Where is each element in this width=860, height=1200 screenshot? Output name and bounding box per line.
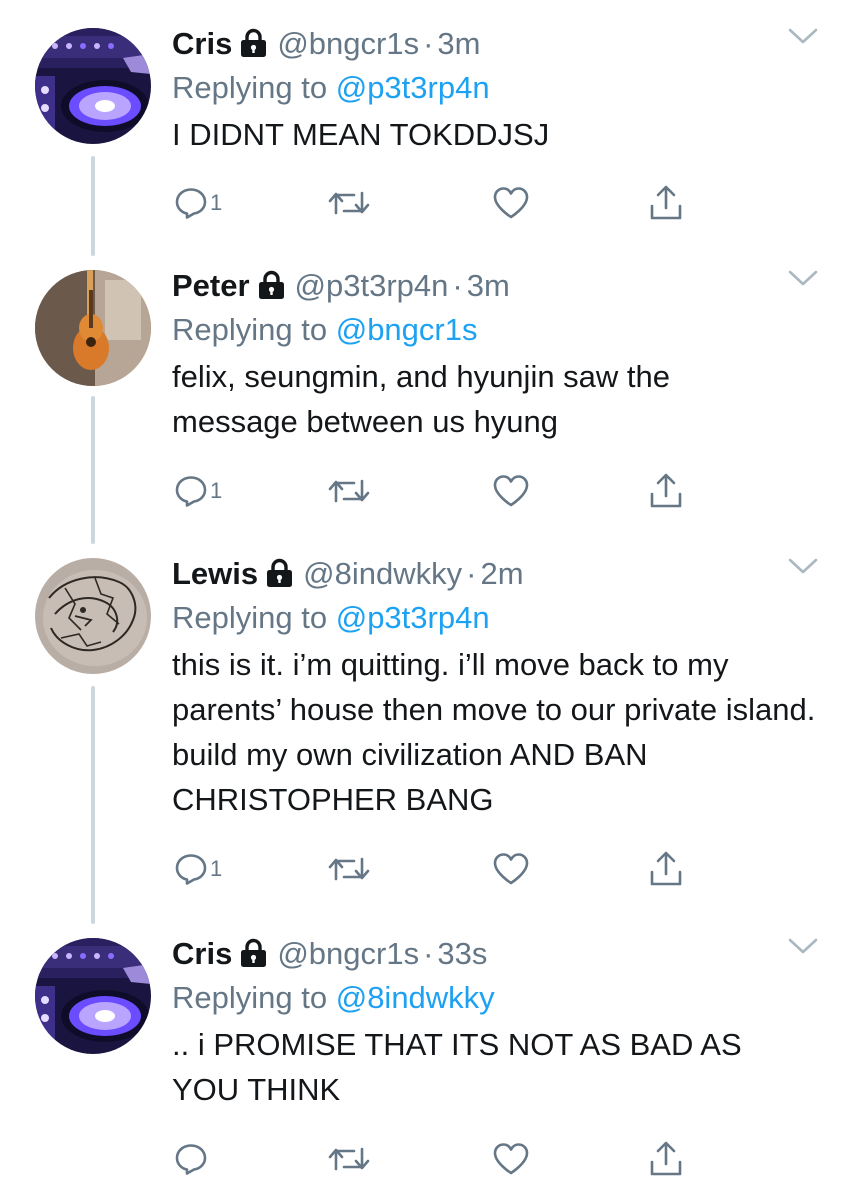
replying-to-label: Replying to <box>172 70 328 105</box>
reply-count: 1 <box>210 856 223 881</box>
reply-button[interactable] <box>174 1138 210 1180</box>
share-icon <box>650 851 682 886</box>
avatar[interactable] <box>35 938 151 1054</box>
avatar[interactable] <box>35 558 151 674</box>
user-handle[interactable]: @p3t3rp4n <box>295 268 449 304</box>
reply-thread: Cris @bngcr1s · 3m Replying to @p3t3rp4n… <box>0 0 860 1200</box>
display-name[interactable]: Cris <box>172 936 232 972</box>
thread-connector-line <box>91 396 95 544</box>
like-button[interactable] <box>492 848 530 890</box>
tweet-actions: 1 <box>172 182 820 224</box>
lock-icon <box>241 938 267 967</box>
replying-to-mention[interactable]: @bngcr1s <box>336 312 478 347</box>
heart-icon <box>493 1143 529 1175</box>
share-button[interactable] <box>648 470 684 512</box>
user-handle[interactable]: @bngcr1s <box>277 936 419 972</box>
retweet-button[interactable] <box>327 182 371 224</box>
tweet-header: Cris @bngcr1s · 3m <box>172 22 820 66</box>
tweet-actions: 1 <box>172 848 820 890</box>
thread-connector-line <box>91 686 95 924</box>
timestamp[interactable]: 3m <box>437 26 480 62</box>
user-handle[interactable]: @8indwkky <box>303 556 462 592</box>
like-button[interactable] <box>492 1138 530 1180</box>
replying-to-line: Replying to @p3t3rp4n <box>172 66 820 110</box>
separator-dot: · <box>423 936 434 971</box>
replying-to-mention[interactable]: @p3t3rp4n <box>336 600 490 635</box>
separator-dot: · <box>466 556 477 591</box>
display-name[interactable]: Peter <box>172 268 250 304</box>
chevron-down-icon[interactable] <box>786 934 820 958</box>
separator-dot: · <box>423 26 434 61</box>
reply-icon <box>175 1144 207 1175</box>
reply-icon <box>175 188 207 219</box>
tweet-header: Lewis @8indwkky · 2m <box>172 552 820 596</box>
heart-icon <box>493 475 529 507</box>
retweet-button[interactable] <box>327 848 371 890</box>
replying-to-label: Replying to <box>172 600 328 635</box>
tweet-text: felix, seungmin, and hyunjin saw the mes… <box>172 359 671 439</box>
user-handle[interactable]: @bngcr1s <box>277 26 419 62</box>
reply-icon <box>175 854 207 885</box>
chevron-down-icon[interactable] <box>786 554 820 578</box>
lock-icon <box>241 28 267 57</box>
timestamp[interactable]: 33s <box>437 936 487 972</box>
retweet-icon <box>328 191 370 215</box>
timestamp[interactable]: 2m <box>480 556 523 592</box>
display-name[interactable]: Lewis <box>172 556 258 592</box>
chevron-down-icon[interactable] <box>786 24 820 48</box>
chevron-down-icon[interactable] <box>786 266 820 290</box>
tweet-text: .. i PROMISE THAT ITS NOT AS BAD AS YOU … <box>172 1027 742 1107</box>
reply-count: 1 <box>210 478 223 503</box>
avatar[interactable] <box>35 270 151 386</box>
tweet-header: Cris @bngcr1s · 33s <box>172 932 820 976</box>
share-icon <box>650 473 682 508</box>
replying-to-line: Replying to @p3t3rp4n <box>172 596 820 640</box>
reply-button[interactable]: 1 <box>174 182 222 224</box>
share-icon <box>650 185 682 220</box>
tweet-header: Peter @p3t3rp4n · 3m <box>172 264 820 308</box>
tweet-text: I DIDNT MEAN TOKDDJSJ <box>172 117 550 152</box>
tweet-text: this is it. i’m quitting. i’ll move back… <box>172 647 816 817</box>
reply-button[interactable]: 1 <box>174 848 222 890</box>
like-button[interactable] <box>492 182 530 224</box>
avatar[interactable] <box>35 28 151 144</box>
share-icon <box>650 1141 682 1176</box>
display-name[interactable]: Cris <box>172 26 232 62</box>
retweet-icon <box>328 857 370 881</box>
heart-icon <box>493 187 529 219</box>
lock-icon <box>267 558 293 587</box>
separator-dot: · <box>452 268 463 303</box>
replying-to-mention[interactable]: @8indwkky <box>336 980 495 1015</box>
replying-to-label: Replying to <box>172 980 328 1015</box>
share-button[interactable] <box>648 1138 684 1180</box>
timestamp[interactable]: 3m <box>467 268 510 304</box>
replying-to-mention[interactable]: @p3t3rp4n <box>336 70 490 105</box>
share-button[interactable] <box>648 182 684 224</box>
replying-to-label: Replying to <box>172 312 328 347</box>
retweet-icon <box>328 479 370 503</box>
heart-icon <box>493 853 529 885</box>
retweet-icon <box>328 1147 370 1171</box>
tweet-actions: 1 <box>172 470 820 512</box>
thread-connector-line <box>91 156 95 256</box>
like-button[interactable] <box>492 470 530 512</box>
replying-to-line: Replying to @8indwkky <box>172 976 820 1020</box>
reply-button[interactable]: 1 <box>174 470 222 512</box>
retweet-button[interactable] <box>327 470 371 512</box>
reply-icon <box>175 476 207 507</box>
reply-count: 1 <box>210 190 223 215</box>
tweet-actions <box>172 1138 820 1180</box>
replying-to-line: Replying to @bngcr1s <box>172 308 820 352</box>
share-button[interactable] <box>648 848 684 890</box>
retweet-button[interactable] <box>327 1138 371 1180</box>
lock-icon <box>258 270 284 299</box>
